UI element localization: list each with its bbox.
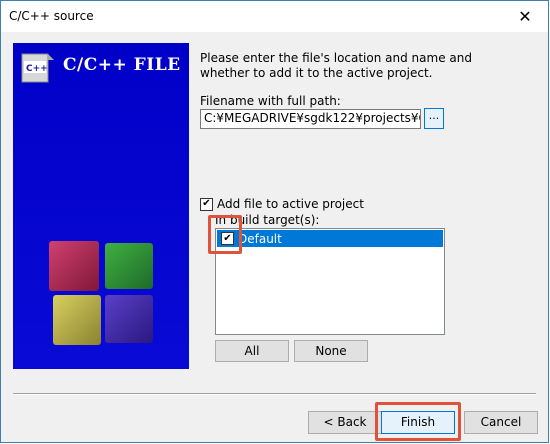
green-cube: [105, 243, 153, 289]
build-targets-list[interactable]: ✔ Default: [215, 228, 445, 335]
window-title: C/C++ source: [9, 9, 94, 23]
red-cube: [49, 241, 99, 291]
title-bar: C/C++ source ✕: [1, 1, 548, 32]
close-icon: ✕: [518, 6, 532, 26]
target-checkbox-highlight: [208, 215, 242, 254]
select-none-button[interactable]: None: [294, 340, 368, 362]
cancel-button[interactable]: Cancel: [464, 411, 538, 434]
codeblocks-cubes-icon: [49, 241, 153, 345]
close-button[interactable]: ✕: [502, 1, 548, 31]
wizard-banner: C++ C/C++ FILE: [13, 43, 189, 369]
target-default-label: Default: [238, 231, 282, 246]
back-button[interactable]: < Back: [308, 411, 382, 434]
cpp-file-logo-icon: C++: [21, 53, 54, 83]
dialog-window: C/C++ source ✕ C++ C/C++ FILE Please ent…: [0, 0, 549, 443]
finish-button-highlight: [375, 402, 461, 441]
footer-separator: [13, 393, 536, 395]
logo-text: C++: [26, 64, 48, 74]
add-to-project-row[interactable]: ✔ Add file to active project: [200, 197, 364, 211]
browse-button[interactable]: ...: [424, 108, 444, 129]
list-item[interactable]: ✔ Default: [217, 230, 443, 247]
banner-title: C/C++ FILE: [63, 55, 181, 75]
purple-cube: [105, 295, 153, 343]
select-all-button[interactable]: All: [215, 340, 289, 362]
yellow-cube: [53, 295, 101, 345]
intro-text: Please enter the file's location and nam…: [200, 51, 472, 80]
path-label: Filename with full path:: [200, 94, 341, 108]
add-to-project-checkbox[interactable]: ✔: [200, 197, 213, 211]
add-to-project-label: Add file to active project: [217, 197, 364, 211]
filename-path-input[interactable]: C:¥MEGADRIVE¥sgdk122¥projects¥Cook: [200, 109, 421, 129]
